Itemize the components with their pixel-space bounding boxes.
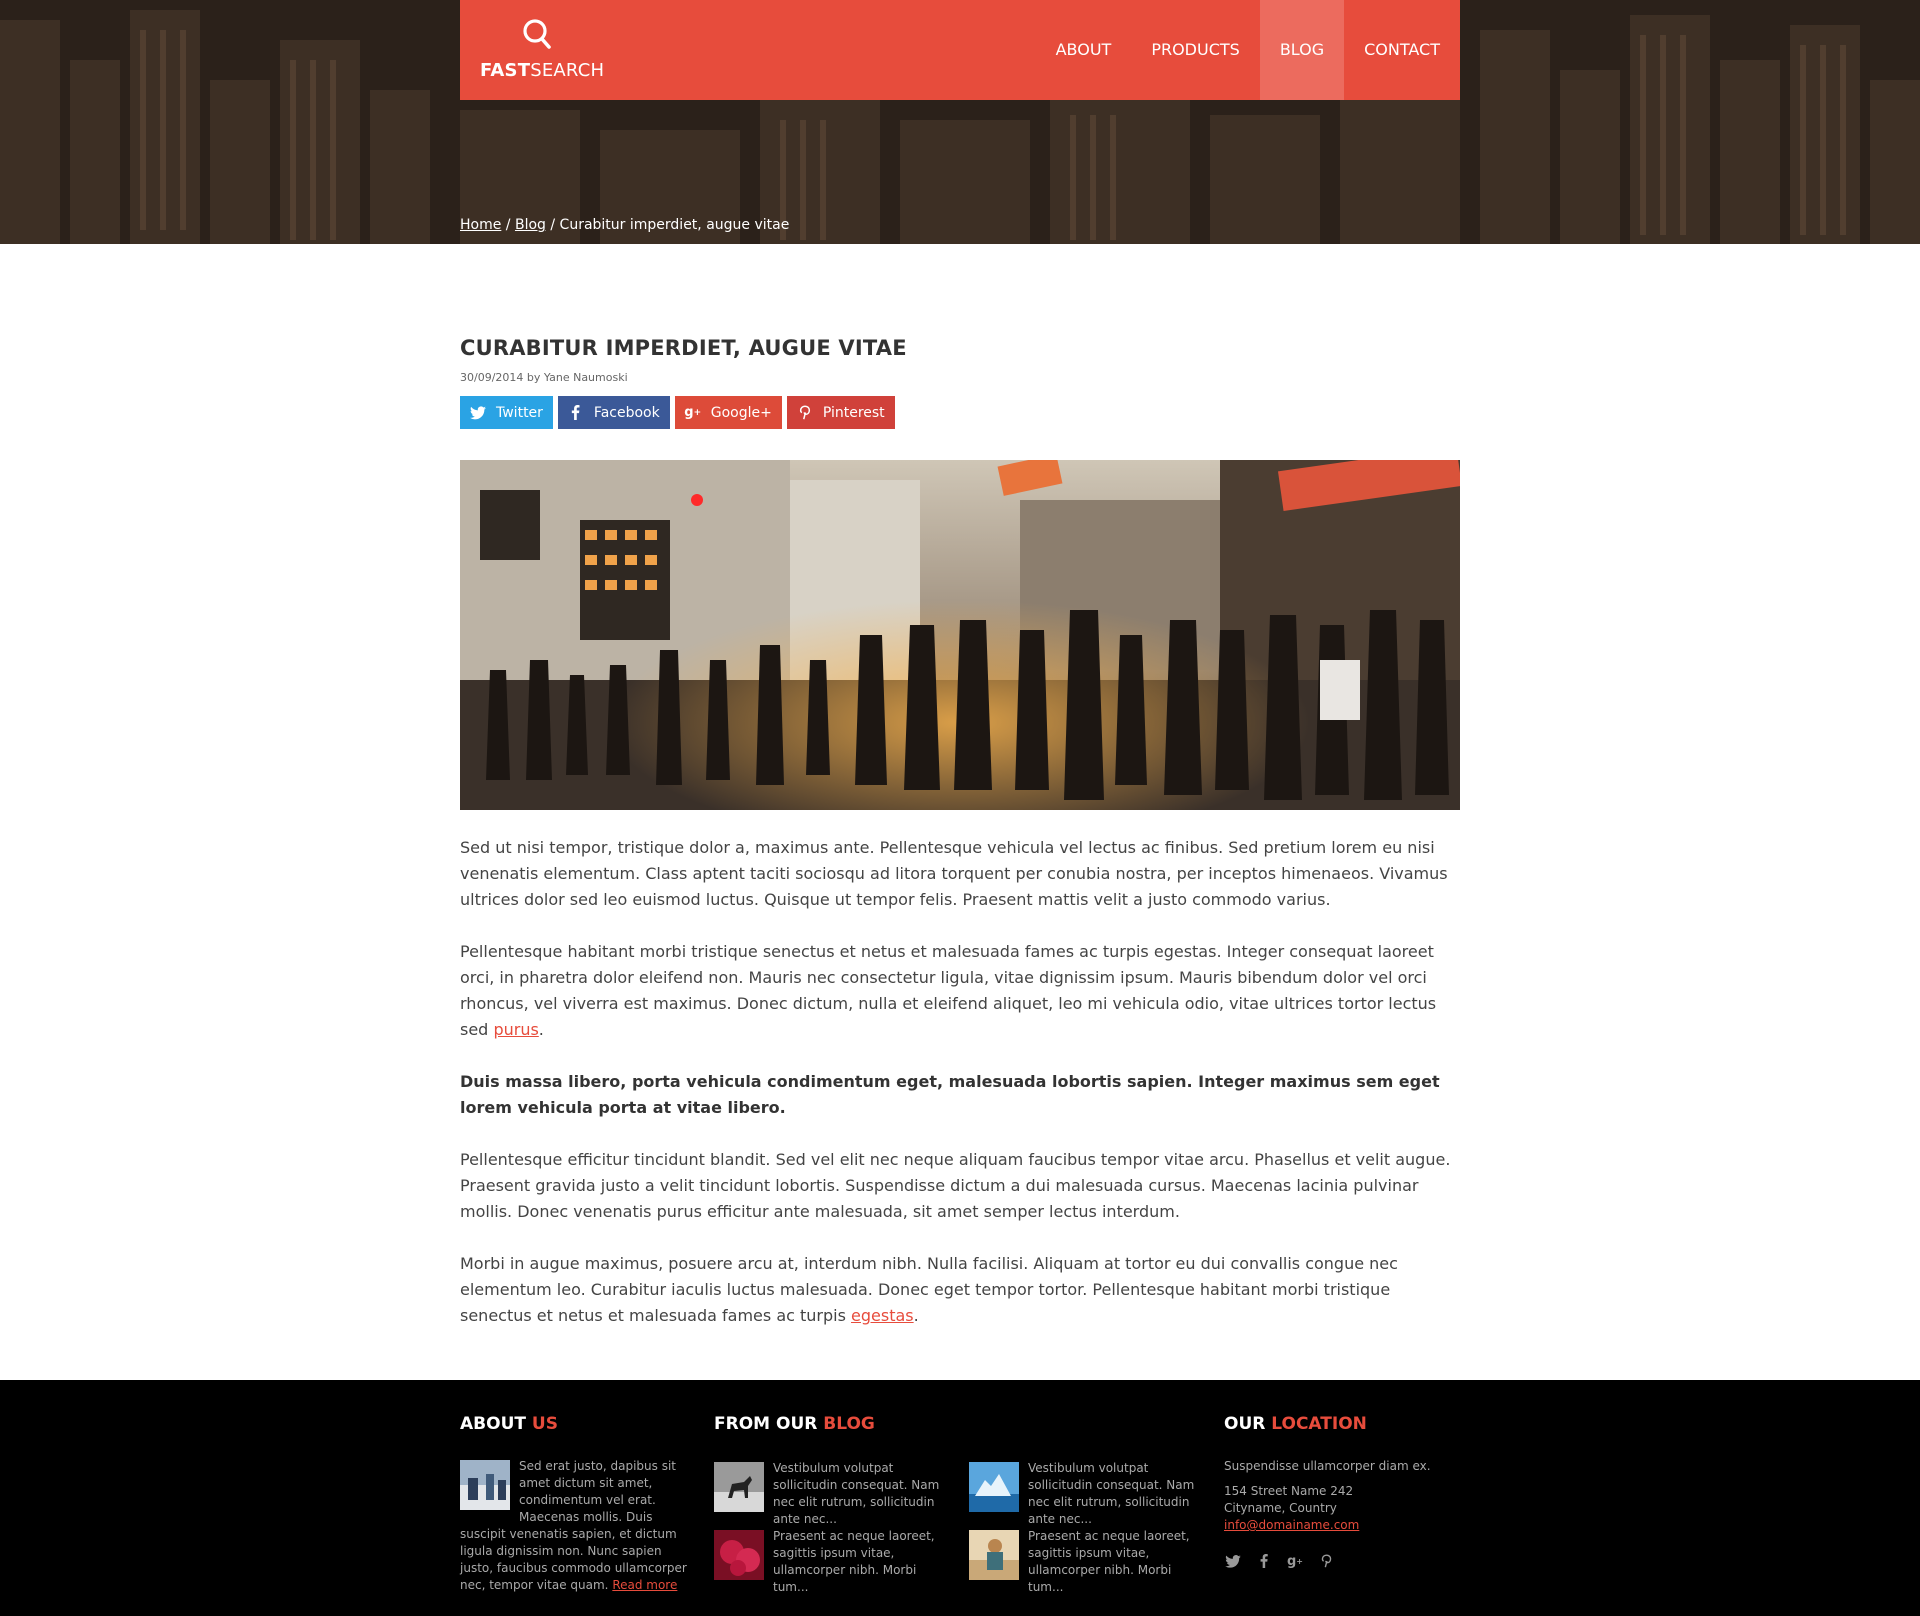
footer-location-heading-red: LOCATION xyxy=(1271,1414,1367,1434)
location-intro: Suspendisse ullamcorper diam ex. xyxy=(1224,1459,1431,1473)
footer-location-heading: OUR LOCATION xyxy=(1224,1414,1460,1434)
share-twitter-button[interactable]: Twitter xyxy=(460,396,553,429)
egestas-link[interactable]: egestas xyxy=(851,1306,914,1325)
article-author: Yane Naumoski xyxy=(543,371,628,384)
article-paragraph: Sed ut nisi tempor, tristique dolor a, m… xyxy=(460,838,1448,909)
footer-blog-heading-red: BLOG xyxy=(823,1414,875,1434)
breadcrumb-home[interactable]: Home xyxy=(460,217,501,233)
pinterest-icon[interactable] xyxy=(1317,1552,1335,1570)
breadcrumb-current: Curabitur imperdiet, augue vitae xyxy=(559,217,790,233)
article-date: 30/09/2014 xyxy=(460,371,524,384)
share-buttons: Twitter Facebook g + Google+ Pinterest xyxy=(460,396,1460,429)
footer-about-text: Sed erat justo, dapibus sit amet dictum … xyxy=(460,1458,696,1594)
nav-contact[interactable]: CONTACT xyxy=(1344,0,1460,100)
google-plus-icon[interactable]: g + xyxy=(1286,1552,1304,1570)
article-paragraph: Pellentesque habitant morbi tristique se… xyxy=(460,942,1437,1039)
breadcrumb-separator: / xyxy=(505,217,511,233)
horse-thumbnail xyxy=(714,1462,764,1512)
article-paragraph: Morbi in augue maximus, posuere arcu at,… xyxy=(460,1254,1398,1325)
share-twitter-label: Twitter xyxy=(496,404,543,421)
footer-blog-item[interactable]: Praesent ac neque laoreet, sagittis ipsu… xyxy=(969,1528,1205,1594)
site-logo[interactable]: FASTSEARCH xyxy=(480,18,604,88)
site-footer: ABOUT US Sed erat justo, dapibus sit ame… xyxy=(0,1380,1920,1616)
raspberry-thumbnail xyxy=(714,1530,764,1580)
footer-blog-item-text: Praesent ac neque laoreet, sagittis ipsu… xyxy=(773,1529,935,1594)
article-paragraph-text: Pellentesque habitant morbi tristique se… xyxy=(460,942,1437,1039)
share-google-label: Google+ xyxy=(710,404,772,421)
article-paragraph-bold: Duis massa libero, porta vehicula condim… xyxy=(460,1072,1440,1117)
footer-blog-item[interactable]: Vestibulum volutpat sollicitudin consequ… xyxy=(969,1460,1205,1526)
footer-blog-heading-white: FROM OUR xyxy=(714,1414,818,1434)
hero-banner: FASTSEARCH ABOUT PRODUCTS BLOG CONTACT H… xyxy=(0,0,1920,244)
article-paragraph: Pellentesque efficitur tincidunt blandit… xyxy=(460,1150,1451,1221)
footer-blog-item-text: Praesent ac neque laoreet, sagittis ipsu… xyxy=(1028,1529,1190,1594)
article: CURABITUR IMPERDIET, AUGUE VITAE 30/09/2… xyxy=(460,336,1460,1355)
nav-blog[interactable]: BLOG xyxy=(1259,0,1345,100)
footer-blog-item[interactable]: Praesent ac neque laoreet, sagittis ipsu… xyxy=(714,1528,950,1594)
facebook-icon xyxy=(568,405,584,421)
location-city: Cityname, Country xyxy=(1224,1501,1337,1515)
footer-location: OUR LOCATION Suspendisse ullamcorper dia… xyxy=(1224,1414,1460,1570)
share-pinterest-button[interactable]: Pinterest xyxy=(786,396,895,429)
top-navbar: FASTSEARCH ABOUT PRODUCTS BLOG CONTACT xyxy=(460,0,1460,100)
footer-location-heading-white: OUR xyxy=(1224,1414,1266,1434)
breadcrumb: Home / Blog / Curabitur imperdiet, augue… xyxy=(460,217,789,233)
twitter-icon xyxy=(470,405,486,421)
main-menu: ABOUT PRODUCTS BLOG CONTACT xyxy=(1036,0,1460,100)
facebook-icon[interactable] xyxy=(1255,1552,1273,1570)
footer-about-heading-red: US xyxy=(531,1414,558,1434)
footer-blog-item-text: Vestibulum volutpat sollicitudin consequ… xyxy=(1028,1461,1195,1526)
footer-social-links: g + xyxy=(1224,1552,1460,1570)
article-image-street-crowd xyxy=(460,460,1460,810)
footer-blog-item-text: Vestibulum volutpat sollicitudin consequ… xyxy=(773,1461,940,1526)
footer-blog: FROM OUR BLOG Vestibulum volutpat sollic… xyxy=(714,1414,1214,1594)
footer-about-heading: ABOUT US xyxy=(460,1414,696,1434)
pinterest-icon xyxy=(797,405,813,421)
article-meta: 30/09/2014 by Yane Naumoski xyxy=(460,371,1460,384)
breadcrumb-separator: / xyxy=(550,217,556,233)
purus-link[interactable]: purus xyxy=(493,1020,538,1039)
google-plus-icon: g + xyxy=(684,405,702,420)
location-street: 154 Street Name 242 xyxy=(1224,1484,1354,1498)
read-more-link[interactable]: Read more xyxy=(612,1578,677,1592)
beach-thumbnail xyxy=(969,1530,1019,1580)
footer-about: ABOUT US Sed erat justo, dapibus sit ame… xyxy=(460,1414,696,1594)
breadcrumb-blog[interactable]: Blog xyxy=(515,217,546,233)
article-body: Sed ut nisi tempor, tristique dolor a, m… xyxy=(460,835,1460,1329)
twitter-icon[interactable] xyxy=(1224,1552,1242,1570)
share-pinterest-label: Pinterest xyxy=(822,404,885,421)
location-email-link[interactable]: info@domainame.com xyxy=(1224,1518,1359,1532)
search-icon xyxy=(523,19,551,49)
footer-blog-item[interactable]: Vestibulum volutpat sollicitudin consequ… xyxy=(714,1460,950,1526)
footer-about-heading-white: ABOUT xyxy=(460,1414,526,1434)
logo-wordmark: FASTSEARCH xyxy=(480,60,605,81)
footer-location-text: Suspendisse ullamcorper diam ex. 154 Str… xyxy=(1224,1458,1460,1534)
about-thumbnail xyxy=(460,1460,510,1510)
article-by: by xyxy=(526,371,541,384)
share-facebook-button[interactable]: Facebook xyxy=(557,396,670,429)
nav-products[interactable]: PRODUCTS xyxy=(1131,0,1260,100)
article-paragraph-text: Morbi in augue maximus, posuere arcu at,… xyxy=(460,1254,1398,1325)
share-facebook-label: Facebook xyxy=(593,404,660,421)
nav-about[interactable]: ABOUT xyxy=(1036,0,1132,100)
share-google-button[interactable]: g + Google+ xyxy=(674,396,782,429)
iceberg-thumbnail xyxy=(969,1462,1019,1512)
article-title: CURABITUR IMPERDIET, AUGUE VITAE xyxy=(460,336,907,360)
footer-blog-heading: FROM OUR BLOG xyxy=(714,1414,1214,1434)
